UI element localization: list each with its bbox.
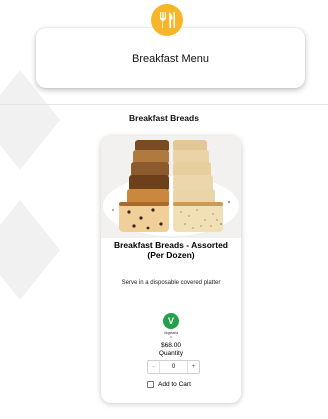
- increment-button[interactable]: +: [187, 361, 199, 373]
- bread-icon: [101, 136, 241, 238]
- page-title: Breakfast Menu: [131, 53, 210, 65]
- section-title: Breakfast Breads: [129, 113, 199, 123]
- utensils-icon: [160, 12, 175, 28]
- quantity-input[interactable]: 0: [160, 361, 187, 373]
- add-to-cart-label: Add to Cart: [158, 381, 191, 388]
- vegetarian-badge: V: [163, 313, 179, 329]
- product-card[interactable]: Breakfast Breads - Assorted (Per Dozen) …: [101, 136, 241, 403]
- logo-badge: [151, 4, 183, 36]
- checkbox-icon[interactable]: [147, 381, 154, 388]
- header-card: Breakfast Menu: [36, 28, 305, 88]
- product-image: [101, 136, 241, 238]
- divider: [0, 104, 328, 105]
- product-description: Serve in a disposable covered platter: [121, 280, 221, 286]
- add-to-cart-checkbox[interactable]: Add to Cart: [147, 381, 191, 388]
- vegetarian-label-suffix: n: [170, 335, 172, 339]
- product-title: Breakfast Breads - Assorted (Per Dozen): [113, 240, 228, 260]
- background-watermark: [0, 60, 80, 360]
- page: Breakfast Menu Breakfast Breads Breakfas…: [0, 0, 328, 419]
- product-price: $68.00: [161, 342, 181, 349]
- quantity-stepper[interactable]: - 0 +: [147, 360, 200, 374]
- quantity-label: Quantity: [158, 350, 184, 357]
- decrement-button[interactable]: -: [148, 361, 160, 373]
